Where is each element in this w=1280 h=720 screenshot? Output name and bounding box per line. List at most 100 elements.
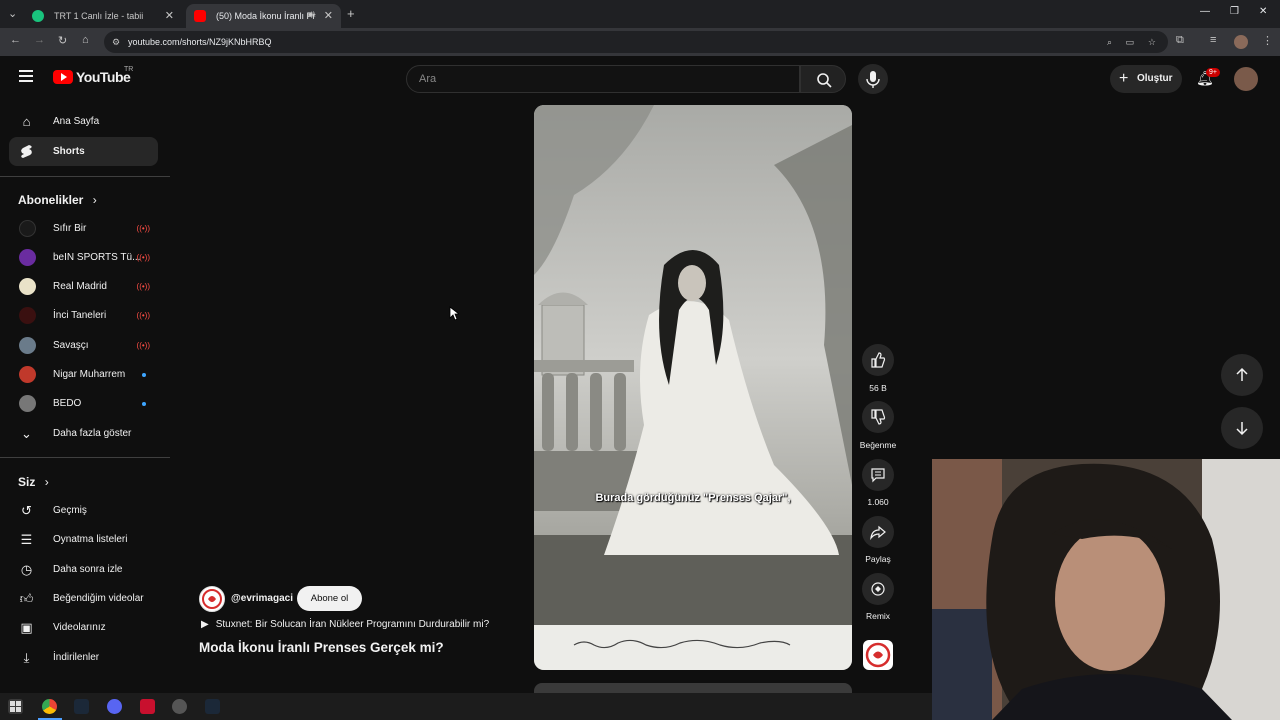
live-icon: ((•)) xyxy=(136,224,150,233)
reload-icon[interactable]: ↻ xyxy=(58,34,67,47)
browser-address-bar: ← → ↻ ⌂ ⚙ youtube.com/shorts/NZ9jKNbHRBQ… xyxy=(0,28,1280,56)
windows-start-icon[interactable] xyxy=(8,699,23,714)
account-avatar[interactable] xyxy=(1234,67,1258,91)
linked-video-title: Stuxnet: Bir Solucan İran Nükleer Progra… xyxy=(215,619,490,630)
search-input[interactable]: Ara xyxy=(406,65,800,93)
sidebar-sub-bedo[interactable]: BEDO xyxy=(9,389,158,418)
minimize-icon[interactable]: — xyxy=(1200,6,1210,17)
tab-trt1[interactable]: TRT 1 Canlı İzle - tabii ✕ xyxy=(24,4,182,28)
profile-avatar[interactable] xyxy=(1234,35,1248,49)
webcam-overlay xyxy=(932,459,1280,720)
remix-button[interactable] xyxy=(862,573,894,605)
clock-icon: ◷ xyxy=(20,561,33,577)
sidebar-item-liked-videos[interactable]: 👍︎ Beğendiğim videolar xyxy=(9,584,158,613)
menu-dots-icon[interactable]: ⋮ xyxy=(1262,34,1273,47)
plus-icon: + xyxy=(1119,70,1129,87)
steam-icon[interactable] xyxy=(205,699,220,714)
bookmark-star-icon[interactable]: ☆ xyxy=(1148,31,1156,53)
live-icon: ((•)) xyxy=(136,253,150,262)
sidebar-item-downloads[interactable]: ⤓ İndirilenler xyxy=(9,643,158,672)
shorts-video-player[interactable]: Burada gördüğünüz "Prenses Qajar", xyxy=(534,105,852,670)
arrow-down-icon xyxy=(1236,422,1248,436)
close-tab-icon[interactable]: ✕ xyxy=(165,9,174,22)
site-info-icon[interactable]: ⚙ xyxy=(112,31,120,53)
extensions-icon[interactable]: ⧉ xyxy=(1176,34,1184,47)
subscription-name: Real Madrid xyxy=(53,281,107,292)
create-label: Oluştur xyxy=(1137,73,1173,84)
you-heading[interactable]: Siz › xyxy=(18,475,49,489)
next-short-button[interactable] xyxy=(1221,407,1263,449)
new-content-dot xyxy=(142,373,146,377)
dislike-button[interactable] xyxy=(862,401,894,433)
chrome-icon[interactable] xyxy=(42,699,57,714)
thumb-up-icon xyxy=(871,352,886,368)
subscriptions-heading[interactable]: Abonelikler › xyxy=(18,193,97,207)
tab-search-list-icon[interactable]: ≡ xyxy=(1210,34,1216,46)
channel-handle[interactable]: @evrimagaci xyxy=(231,593,293,604)
sound-source-thumbnail[interactable] xyxy=(863,640,893,670)
tab-youtube-short[interactable]: (50) Moda İkonu İranlı Pren... 🔊︎ ✕ xyxy=(186,4,341,28)
steam-icon[interactable] xyxy=(74,699,89,714)
forward-icon[interactable]: → xyxy=(34,34,45,46)
sidebar-sub-inci-taneleri[interactable]: İnci Taneleri ((•)) xyxy=(9,301,158,330)
sidebar-item-home[interactable]: ⌂ Ana Sayfa xyxy=(9,107,158,136)
sidebar-item-watch-later[interactable]: ◷ Daha sonra izle xyxy=(9,555,158,584)
linked-video-link[interactable]: ▶ Stuxnet: Bir Solucan İran Nükleer Prog… xyxy=(201,619,489,630)
youtube-logo-text[interactable]: YouTube xyxy=(76,69,131,85)
like-button[interactable] xyxy=(862,344,894,376)
show-more-button[interactable]: ⌄ Daha fazla göster xyxy=(9,419,158,448)
speaker-icon[interactable]: 🔊︎ xyxy=(308,9,315,22)
channel-avatar[interactable] xyxy=(199,586,225,612)
cast-icon[interactable]: ▭ xyxy=(1125,31,1134,53)
url-field[interactable]: ⚙ youtube.com/shorts/NZ9jKNbHRBQ ⌕ ▭ ☆ xyxy=(104,31,1168,53)
tab-search-icon[interactable]: ⌄ xyxy=(8,7,17,20)
zoom-icon[interactable]: ⌕ xyxy=(1107,31,1112,53)
back-icon[interactable]: ← xyxy=(10,34,21,46)
obs-icon[interactable] xyxy=(172,699,187,714)
voice-search-button[interactable] xyxy=(858,64,888,94)
search-button[interactable] xyxy=(800,65,846,93)
create-button[interactable]: + Oluştur xyxy=(1110,65,1182,93)
evrim-agaci-logo-icon xyxy=(202,589,222,609)
discord-icon[interactable] xyxy=(107,699,122,714)
hamburger-menu-icon[interactable] xyxy=(19,70,33,82)
youtube-logo-icon[interactable] xyxy=(53,70,73,84)
sidebar-item-your-videos[interactable]: ▣ Videolarınız xyxy=(9,613,158,642)
next-short-preview[interactable] xyxy=(534,683,852,693)
previous-short-button[interactable] xyxy=(1221,354,1263,396)
share-button[interactable] xyxy=(862,516,894,548)
game-launcher-icon[interactable] xyxy=(140,699,155,714)
sidebar-item-playlists[interactable]: ☰ Oynatma listeleri xyxy=(9,525,158,554)
new-tab-icon[interactable]: + xyxy=(347,6,355,21)
share-label: Paylaş xyxy=(865,554,891,564)
divider xyxy=(0,457,170,458)
sidebar: ⌂ Ana Sayfa Shorts Abonelikler › Sıfır B… xyxy=(0,104,170,692)
short-title[interactable]: Moda İkonu İranlı Prenses Gerçek mi? xyxy=(199,640,444,655)
video-caption: Burada gördüğünüz "Prenses Qajar", xyxy=(595,492,791,504)
region-code: TR xyxy=(124,66,134,73)
close-window-icon[interactable]: ✕ xyxy=(1259,6,1267,17)
sidebar-item-history[interactable]: ↺ Geçmiş xyxy=(9,496,158,525)
sidebar-sub-sifir-bir[interactable]: Sıfır Bir ((•)) xyxy=(9,214,158,243)
shorts-icon xyxy=(19,144,34,159)
restore-icon[interactable]: ❐ xyxy=(1230,6,1239,17)
close-tab-icon[interactable]: ✕ xyxy=(324,9,333,22)
avatar xyxy=(19,220,36,237)
chevron-right-icon: › xyxy=(92,193,97,207)
like-count: 56 B xyxy=(869,383,887,393)
sidebar-sub-real-madrid[interactable]: Real Madrid ((•)) xyxy=(9,272,158,301)
you-title: Siz xyxy=(18,475,36,489)
subscribe-button[interactable]: Abone ol xyxy=(297,586,362,611)
microphone-icon xyxy=(866,71,880,88)
dislike-label: Beğenme xyxy=(859,440,897,450)
sidebar-sub-bein-sports[interactable]: beIN SPORTS Tü... ((•)) xyxy=(9,243,158,272)
avatar xyxy=(19,278,36,295)
comments-button[interactable] xyxy=(862,459,894,491)
sidebar-item-label: Shorts xyxy=(53,146,85,157)
sidebar-sub-nigar-muharrem[interactable]: Nigar Muharrem xyxy=(9,360,158,389)
live-icon: ((•)) xyxy=(136,341,150,350)
home-icon[interactable]: ⌂ xyxy=(82,34,89,46)
avatar xyxy=(19,307,36,324)
sidebar-item-shorts[interactable]: Shorts xyxy=(9,137,158,166)
sidebar-sub-savasci[interactable]: Savaşçı ((•)) xyxy=(9,331,158,360)
